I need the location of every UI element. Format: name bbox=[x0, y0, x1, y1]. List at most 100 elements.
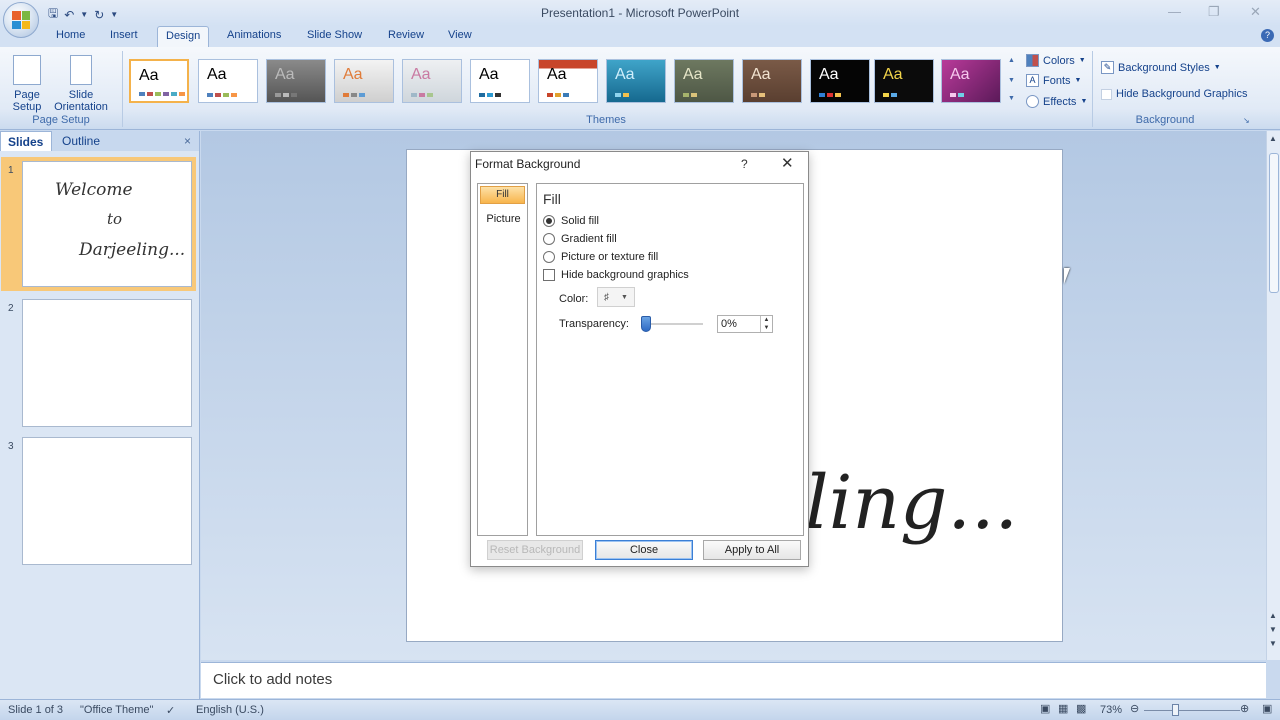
hide-background-graphics-label: Hide background graphics bbox=[561, 269, 689, 281]
hide-background-graphics-checkbox[interactable]: Hide Background Graphics bbox=[1101, 88, 1247, 100]
vertical-scrollbar[interactable]: ▲ ▲ ▼ ▼ bbox=[1266, 131, 1280, 660]
tab-home[interactable]: Home bbox=[56, 29, 85, 41]
picture-texture-fill-option[interactable]: Picture or texture fill bbox=[543, 251, 658, 263]
theme-swatches bbox=[275, 93, 297, 97]
tab-slide-show[interactable]: Slide Show bbox=[307, 29, 362, 41]
language-status[interactable]: English (U.S.) bbox=[196, 704, 264, 716]
office-button[interactable] bbox=[3, 2, 39, 38]
effects-icon bbox=[1026, 95, 1039, 108]
theme-8[interactable]: Aa bbox=[606, 59, 666, 103]
tab-animations[interactable]: Animations bbox=[227, 29, 281, 41]
gallery-scroll-down-icon[interactable]: ▼ bbox=[1008, 77, 1015, 84]
help-icon[interactable]: ? bbox=[1261, 29, 1274, 42]
slide-number: 3 bbox=[8, 441, 14, 452]
mouse-pointer-icon bbox=[1064, 268, 1070, 284]
theme-4[interactable]: Aa bbox=[334, 59, 394, 103]
transparency-slider-thumb[interactable] bbox=[641, 316, 651, 332]
theme-swatches bbox=[343, 93, 365, 97]
previous-slide-icon[interactable]: ▲ bbox=[1269, 611, 1277, 620]
slide-thumbnail-2[interactable] bbox=[22, 299, 192, 427]
scroll-up-icon[interactable]: ▲ bbox=[1269, 134, 1277, 143]
slide-orientation-icon bbox=[70, 55, 92, 85]
theme-sample-text: Aa bbox=[683, 66, 703, 83]
ribbon-tabs: Home Insert Design Animations Slide Show… bbox=[0, 26, 1280, 47]
apply-to-all-button[interactable]: Apply to All bbox=[703, 540, 801, 560]
minimize-button[interactable]: — bbox=[1168, 4, 1181, 19]
gradient-fill-radio[interactable] bbox=[543, 233, 555, 245]
normal-view-icon[interactable]: ▣ bbox=[1040, 702, 1050, 715]
spin-up-icon[interactable]: ▲ bbox=[761, 316, 772, 324]
theme-13[interactable]: Aa bbox=[941, 59, 1001, 103]
theme-5[interactable]: Aa bbox=[402, 59, 462, 103]
theme-9[interactable]: Aa bbox=[674, 59, 734, 103]
tab-design[interactable]: Design bbox=[157, 26, 210, 47]
transparency-value: 0% bbox=[721, 318, 737, 330]
spin-down-icon[interactable]: ▼ bbox=[761, 324, 772, 332]
category-picture[interactable]: Picture bbox=[478, 213, 529, 225]
close-pane-icon[interactable]: × bbox=[184, 134, 191, 148]
theme-office[interactable]: Aa bbox=[129, 59, 189, 103]
theme-3[interactable]: Aa bbox=[266, 59, 326, 103]
scrollbar-thumb[interactable] bbox=[1269, 153, 1279, 293]
fit-to-window-icon[interactable]: ▣ bbox=[1262, 702, 1272, 715]
close-window-button[interactable]: ✕ bbox=[1250, 4, 1261, 20]
theme-2[interactable]: Aa bbox=[198, 59, 258, 103]
transparency-slider-track[interactable] bbox=[645, 323, 703, 325]
dialog-help-button[interactable]: ? bbox=[741, 157, 748, 171]
slide-orientation-label: Slide Orientation bbox=[54, 89, 108, 113]
hide-background-graphics-checkbox[interactable] bbox=[543, 269, 555, 281]
spell-check-icon[interactable]: ✓ bbox=[166, 704, 175, 717]
theme-6[interactable]: Aa bbox=[470, 59, 530, 103]
theme-sample-text: Aa bbox=[751, 66, 771, 83]
zoom-in-icon[interactable]: ⊕ bbox=[1240, 702, 1249, 715]
gallery-scroll-up-icon[interactable]: ▲ bbox=[1008, 57, 1015, 64]
solid-fill-radio[interactable] bbox=[543, 215, 555, 227]
gradient-fill-option[interactable]: Gradient fill bbox=[543, 233, 617, 245]
restore-button[interactable]: ❐ bbox=[1208, 4, 1220, 20]
theme-sample-text: Aa bbox=[819, 66, 839, 83]
theme-12[interactable]: Aa bbox=[874, 59, 934, 103]
zoom-slider-thumb[interactable] bbox=[1172, 704, 1179, 716]
scroll-down-icon[interactable]: ▼ bbox=[1269, 625, 1277, 634]
tab-outline[interactable]: Outline bbox=[62, 134, 100, 148]
solid-fill-option[interactable]: Solid fill bbox=[543, 215, 599, 227]
theme-sample-text: Aa bbox=[343, 66, 363, 83]
gallery-more-icon[interactable]: ▼ bbox=[1008, 95, 1015, 102]
slide-sorter-view-icon[interactable]: ▦ bbox=[1058, 702, 1068, 715]
zoom-out-icon[interactable]: ⊖ bbox=[1130, 702, 1139, 715]
slide-orientation-button[interactable]: Slide Orientation bbox=[48, 55, 114, 113]
tab-view[interactable]: View bbox=[448, 29, 472, 41]
theme-swatches bbox=[683, 93, 697, 97]
next-slide-icon[interactable]: ▼ bbox=[1269, 639, 1277, 648]
tab-slides[interactable]: Slides bbox=[0, 131, 52, 151]
page-setup-button[interactable]: Page Setup bbox=[8, 55, 46, 113]
category-fill[interactable]: Fill bbox=[480, 186, 525, 204]
notes-pane[interactable]: Click to add notes bbox=[201, 662, 1266, 698]
dialog-close-icon[interactable]: ✕ bbox=[781, 154, 794, 172]
tab-insert[interactable]: Insert bbox=[110, 29, 138, 41]
zoom-slider-track[interactable] bbox=[1144, 710, 1240, 711]
color-picker-button[interactable]: ♯ ▼ bbox=[597, 287, 635, 307]
theme-11[interactable]: Aa bbox=[810, 59, 870, 103]
background-styles-button[interactable]: ✎ Background Styles ▼ bbox=[1101, 61, 1221, 74]
transparency-spinner[interactable]: ▲ ▼ bbox=[760, 316, 772, 332]
picture-texture-fill-radio[interactable] bbox=[543, 251, 555, 263]
slide-thumbnail-3[interactable] bbox=[22, 437, 192, 565]
theme-10[interactable]: Aa bbox=[742, 59, 802, 103]
theme-effects-button[interactable]: Effects ▼ bbox=[1026, 95, 1087, 108]
theme-swatches bbox=[819, 93, 841, 97]
slide-show-view-icon[interactable]: ▩ bbox=[1076, 702, 1086, 715]
theme-colors-button[interactable]: Colors ▼ bbox=[1026, 54, 1086, 67]
group-separator bbox=[1092, 51, 1093, 127]
picture-texture-fill-label: Picture or texture fill bbox=[561, 251, 659, 263]
dialog-launcher-icon[interactable]: ↘ bbox=[1243, 116, 1250, 125]
hide-background-graphics-option[interactable]: Hide background graphics bbox=[543, 269, 689, 281]
theme-fonts-button[interactable]: A Fonts ▼ bbox=[1026, 74, 1081, 87]
theme-7[interactable]: Aa bbox=[538, 59, 598, 103]
tab-review[interactable]: Review bbox=[388, 29, 424, 41]
transparency-input[interactable]: 0% ▲ ▼ bbox=[717, 315, 773, 333]
office-logo-icon bbox=[12, 11, 30, 29]
close-button[interactable]: Close bbox=[595, 540, 693, 560]
zoom-level[interactable]: 73% bbox=[1100, 704, 1122, 716]
slide-thumbnail-1[interactable]: Welcome to Darjeeling... bbox=[22, 161, 192, 287]
